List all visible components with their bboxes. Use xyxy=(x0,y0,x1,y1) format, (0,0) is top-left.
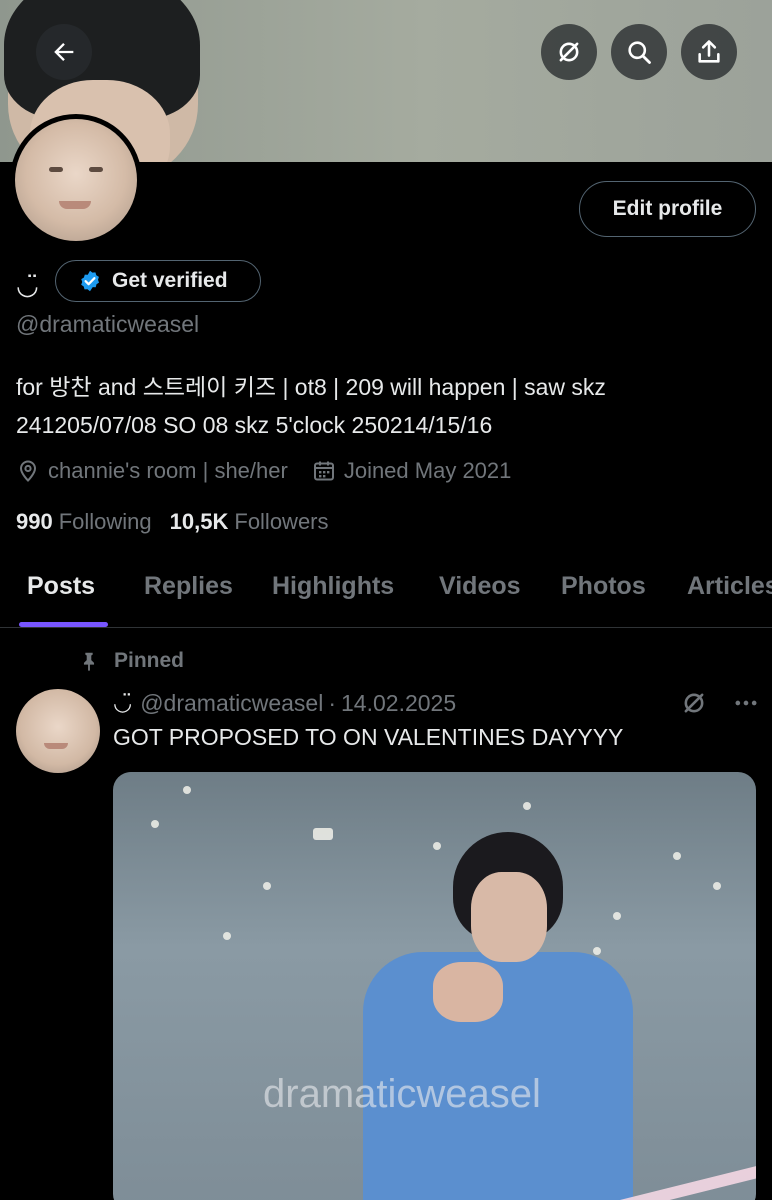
tab-highlights[interactable]: Highlights xyxy=(272,572,394,601)
active-tab-indicator xyxy=(19,622,108,627)
profile-avatar[interactable] xyxy=(10,114,142,246)
profile-handle: @dramaticweasel xyxy=(16,311,200,337)
media-person-hands xyxy=(433,962,503,1022)
profile-bio: for 방찬 and 스트레이 키즈 | ot8 | 209 will happ… xyxy=(16,368,756,444)
followers-label: Followers xyxy=(234,509,329,534)
grok-icon xyxy=(559,42,579,62)
media-person-face xyxy=(471,872,547,962)
tab-videos[interactable]: Videos xyxy=(439,572,521,601)
search-button[interactable] xyxy=(611,24,667,80)
following-count: 990 xyxy=(16,509,53,534)
bio-line-2: 241205/07/08 SO 08 skz 5'clock 250214/15… xyxy=(16,412,493,438)
share-button[interactable] xyxy=(681,24,737,80)
pinned-text: Pinned xyxy=(114,649,185,672)
post-text: GOT PROPOSED TO ON VALENTINES DAYYYY xyxy=(113,724,624,750)
profile-tabs: Posts Replies Highlights Videos Photos A… xyxy=(0,560,772,628)
verified-badge-icon xyxy=(81,270,99,292)
search-icon xyxy=(628,41,651,64)
location-item: channie's room | she/her xyxy=(16,458,288,484)
post-author-name[interactable]: ◡̈ xyxy=(113,690,132,716)
location-pin-icon xyxy=(19,460,37,482)
avatar-image xyxy=(15,119,137,241)
following-label: Following xyxy=(58,509,152,534)
get-verified-button[interactable]: Get verified xyxy=(55,260,261,302)
pin-icon xyxy=(83,652,95,672)
post-date[interactable]: 14.02.2025 xyxy=(341,690,456,717)
post-header: ◡̈ @dramaticweasel · 14.02.2025 xyxy=(113,687,456,719)
post-actions xyxy=(680,689,760,717)
post-author-avatar[interactable] xyxy=(16,689,100,773)
followers-link[interactable]: 10,5K Followers xyxy=(170,509,329,535)
tab-photos[interactable]: Photos xyxy=(561,572,646,601)
media-watermark: dramaticweasel xyxy=(263,1072,541,1116)
post-media[interactable]: dramaticweasel xyxy=(113,772,756,1200)
profile-meta: channie's room | she/her Joined May 2021 xyxy=(16,455,535,487)
more-options-icon[interactable] xyxy=(732,689,760,717)
grok-icon[interactable] xyxy=(680,689,708,717)
following-link[interactable]: 990 Following xyxy=(16,509,152,535)
tab-articles[interactable]: Articles xyxy=(687,572,772,601)
back-button[interactable] xyxy=(36,24,92,80)
location-text: channie's room | she/her xyxy=(48,458,288,483)
post-author-handle[interactable]: @dramaticweasel xyxy=(140,690,323,717)
joined-text: Joined May 2021 xyxy=(343,458,512,483)
grok-button[interactable] xyxy=(541,24,597,80)
pinned-label: Pinned xyxy=(78,649,184,673)
bio-line-1: for 방찬 and 스트레이 키즈 | ot8 | 209 will happ… xyxy=(16,374,606,400)
get-verified-label: Get verified xyxy=(112,269,228,292)
post-separator: · xyxy=(328,689,337,716)
profile-stats: 990 Following 10,5K Followers xyxy=(16,506,347,538)
calendar-icon xyxy=(313,461,334,481)
display-name: ◡̈ xyxy=(16,270,39,300)
share-icon xyxy=(698,40,720,63)
arrow-left-icon xyxy=(54,43,74,61)
tab-replies[interactable]: Replies xyxy=(144,572,233,601)
followers-count: 10,5K xyxy=(169,509,229,534)
tab-posts[interactable]: Posts xyxy=(27,572,95,601)
joined-item: Joined May 2021 xyxy=(312,458,512,484)
edit-profile-button[interactable]: Edit profile xyxy=(579,181,756,237)
